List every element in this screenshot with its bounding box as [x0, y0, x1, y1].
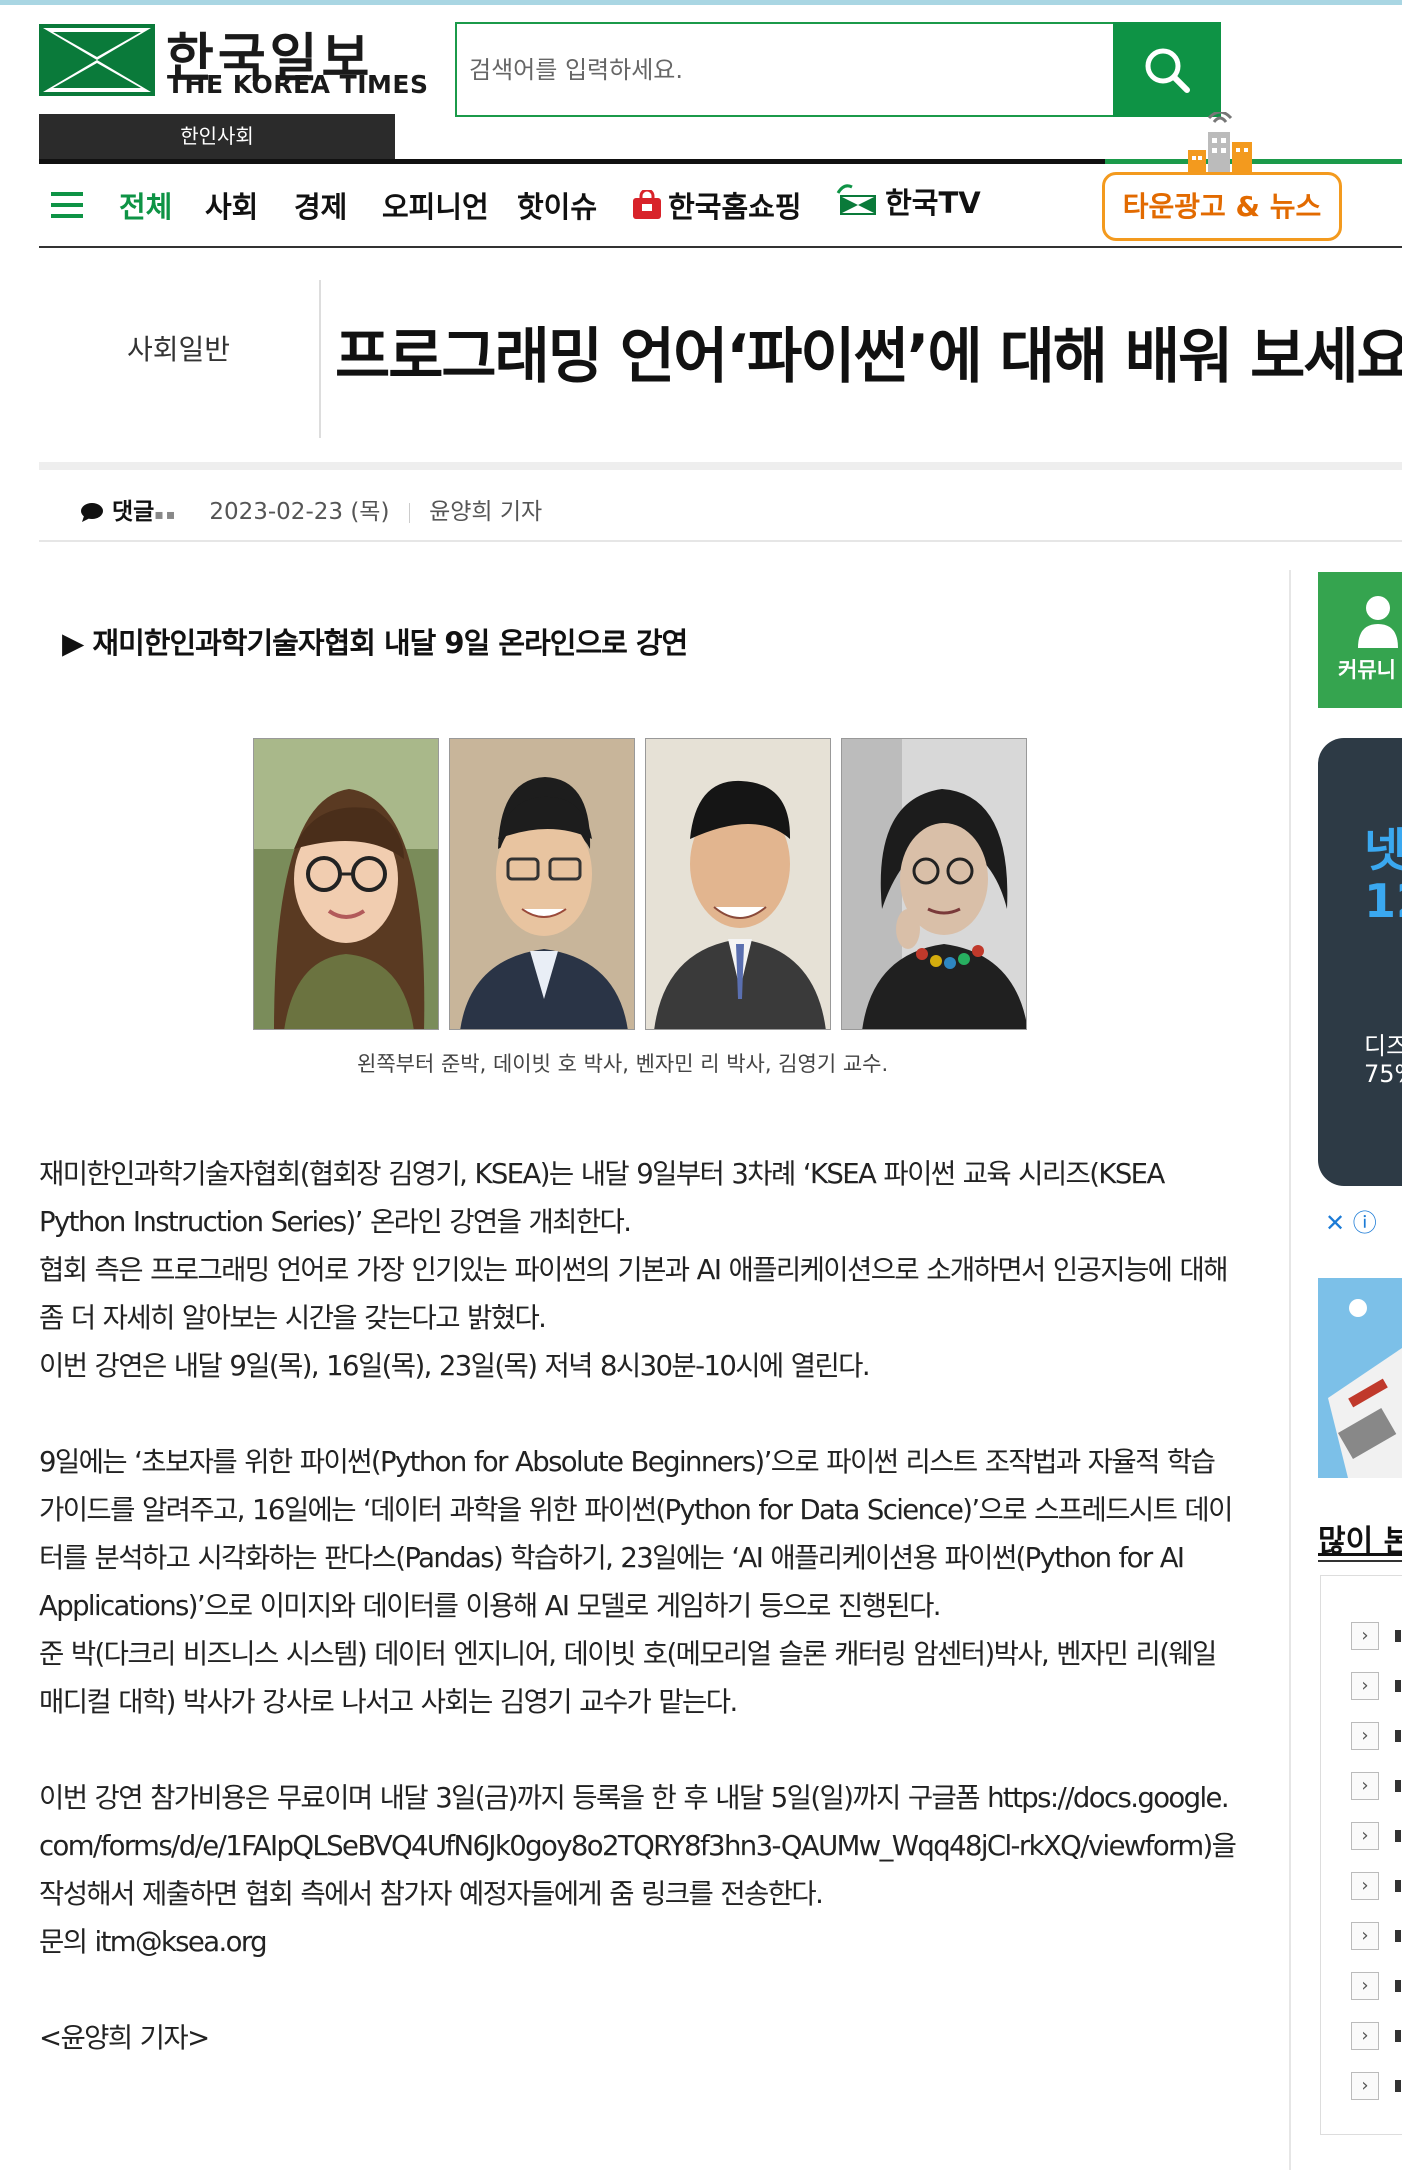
list-item-text-fragment[interactable]: [1395, 2080, 1401, 2092]
list-item-text-fragment[interactable]: [1395, 2030, 1401, 2042]
nav-item-korea-tv-label: 한국TV: [885, 186, 981, 220]
user-icon: [1358, 596, 1398, 648]
list-item-arrow-icon[interactable]: ›: [1351, 1722, 1379, 1750]
photo-speaker-1: [253, 738, 439, 1030]
most-viewed-list: › › › › › › › › › ›: [1320, 1575, 1402, 2135]
list-item-arrow-icon[interactable]: ›: [1351, 2022, 1379, 2050]
nav-item-korea-tv[interactable]: 한국TV: [834, 180, 981, 222]
article-paragraph: 재미한인과학기술자협회(협회장 김영기, KSEA)는 내달 9일부터 3차례 …: [39, 1158, 1165, 1238]
article-category[interactable]: 사회일반: [127, 328, 230, 368]
search-button[interactable]: [1113, 22, 1221, 117]
logo-english-text: THE KOREA TIMES: [167, 70, 429, 99]
nav-item-hot-issue[interactable]: 핫이슈: [517, 184, 597, 226]
headline-divider: [319, 280, 321, 438]
nav-item-home-shopping-label: 한국홈쇼핑: [668, 190, 802, 224]
article-date: 2023-02-23 (목): [209, 499, 390, 525]
community-label: 커뮤니: [1338, 658, 1396, 682]
nav-item-home-shopping[interactable]: 한국홈쇼핑: [631, 184, 802, 226]
most-viewed-title: 많이 본: [1318, 1524, 1402, 1559]
article-paragraph: 이번 강연은 내달 9일(목), 16일(목), 23일(목) 저녁 8시30분…: [39, 1350, 871, 1382]
list-item-text-fragment[interactable]: [1395, 1780, 1401, 1792]
list-item-text-fragment[interactable]: [1395, 1930, 1401, 1942]
article-subhead: ▶ 재미한인과학기술자협회 내달 9일 온라인으로 강연: [62, 626, 688, 660]
list-item-arrow-icon[interactable]: ›: [1351, 1822, 1379, 1850]
list-item-arrow-icon[interactable]: ›: [1351, 1872, 1379, 1900]
photo-speaker-3: [645, 738, 831, 1030]
nav-bottom-border: [39, 246, 1402, 248]
korea-tv-icon: [836, 184, 876, 215]
photo-speaker-2: [449, 738, 635, 1030]
top-accent-line: [0, 0, 1402, 5]
list-item-arrow-icon[interactable]: ›: [1351, 1972, 1379, 2000]
list-item-arrow-icon[interactable]: ›: [1351, 1672, 1379, 1700]
article-paragraph: 준 박(다크리 비즈니스 시스템) 데이터 엔지니어, 데이빗 호(메모리얼 슬…: [39, 1638, 1217, 1718]
ad-line-2: 12: [1364, 874, 1402, 928]
meta-band: [39, 462, 1402, 470]
list-item-arrow-icon[interactable]: ›: [1351, 1772, 1379, 1800]
article-author[interactable]: 윤양희 기자: [429, 499, 542, 525]
list-item-text-fragment[interactable]: [1395, 1980, 1401, 1992]
article-paragraph: 이번 강연 참가비용은 무료이며 내달 3일(금)까지 등록을 한 후 내달 5…: [39, 1782, 1237, 1910]
nav-item-economy[interactable]: 경제: [294, 184, 347, 226]
list-item-text-fragment[interactable]: [1395, 1680, 1401, 1692]
list-item-text-fragment[interactable]: [1395, 1830, 1401, 1842]
meta-separator: [408, 502, 410, 523]
article-byline: <윤양희 기자>: [39, 2022, 210, 2054]
site-logo[interactable]: 한국일보 THE KOREA TIMES: [39, 24, 428, 99]
list-item-arrow-icon[interactable]: ›: [1351, 2072, 1379, 2100]
menu-icon[interactable]: [51, 192, 83, 218]
town-ads-news-button[interactable]: 타운광고 & 뉴스: [1102, 172, 1342, 241]
logo-emblem-icon: [39, 24, 155, 96]
community-button[interactable]: 커뮤니: [1318, 572, 1402, 708]
article-paragraph: 문의 itm@ksea.org: [39, 1926, 268, 1958]
search-input[interactable]: [457, 24, 1126, 115]
ad-line-1: 넷: [1364, 823, 1402, 877]
photo-caption: 왼쪽부터 준박, 데이빗 호 박사, 벤자민 리 박사, 김영기 교수.: [357, 1052, 889, 1076]
article-body: 재미한인과학기술자협회(협회장 김영기, KSEA)는 내달 9일부터 3차례 …: [39, 1150, 1239, 2062]
meta-bottom-border: [39, 540, 1402, 542]
list-item-text-fragment[interactable]: [1395, 1880, 1401, 1892]
comment-link[interactable]: 댓글▪▪: [80, 499, 185, 525]
comment-label: 댓글: [112, 499, 155, 525]
photo-speaker-4: [841, 738, 1027, 1030]
sidebar-ad[interactable]: 넷 12 디즈 75%: [1318, 738, 1402, 1186]
ad-line-3: 디즈: [1364, 1032, 1402, 1060]
list-item-arrow-icon[interactable]: ›: [1351, 1622, 1379, 1650]
speaker-photos: [253, 738, 1027, 1030]
nav-item-society[interactable]: 사회: [205, 184, 258, 226]
article-paragraph: 협회 측은 프로그래밍 언어로 가장 인기있는 파이썬의 기본과 AI 애플리케…: [39, 1254, 1229, 1334]
ad-close-info-icon[interactable]: ✕ ⓘ: [1325, 1203, 1377, 1238]
section-tag[interactable]: 한인사회: [39, 114, 395, 159]
ad-line-4: 75%: [1364, 1060, 1402, 1088]
shopping-bag-icon: [633, 188, 661, 219]
article-title: 프로그래밍 언어‘파이썬’에 대해 배워 보세요: [335, 322, 1402, 392]
list-item-text-fragment[interactable]: [1395, 1730, 1401, 1742]
article-meta: 댓글▪▪ 2023-02-23 (목) 윤양희 기자: [80, 492, 542, 526]
list-item-arrow-icon[interactable]: ›: [1351, 1922, 1379, 1950]
search-icon: [1145, 48, 1190, 93]
sidebar-newspaper-thumbnail[interactable]: [1318, 1278, 1402, 1478]
most-viewed-underline: [1318, 1560, 1402, 1562]
sidebar-divider: [1289, 570, 1291, 2170]
nav-item-all[interactable]: 전체: [119, 184, 172, 226]
comment-bubble-icon: [81, 503, 103, 522]
article-paragraph: 9일에는 ‘초보자를 위한 파이썬(Python for Absolute Be…: [39, 1446, 1233, 1622]
nav-item-opinion[interactable]: 오피니언: [382, 184, 489, 226]
list-item-text-fragment[interactable]: [1395, 1630, 1401, 1642]
search-box: [455, 22, 1221, 117]
